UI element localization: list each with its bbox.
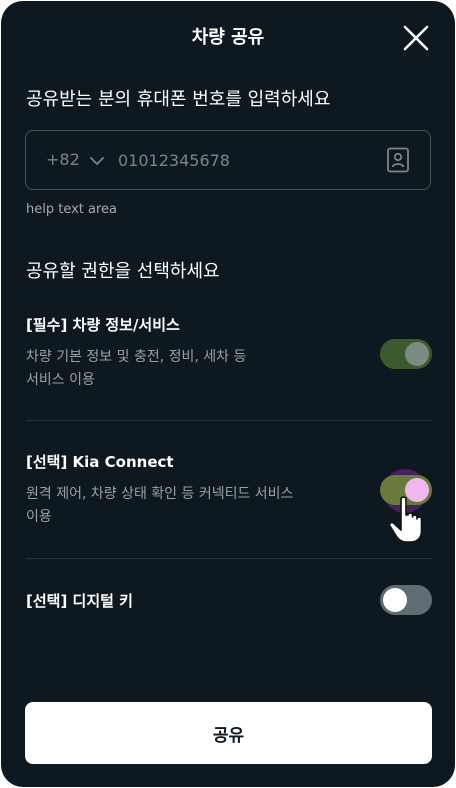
divider	[26, 558, 432, 559]
toggle-knob	[383, 588, 407, 612]
country-code-select[interactable]: +82	[46, 150, 80, 169]
toggle-knob	[405, 342, 429, 366]
phone-number-input[interactable]	[118, 145, 368, 175]
page-title: 차량 공유	[191, 27, 265, 48]
permission-desc-line: 이용	[26, 509, 52, 525]
toggle-digital-key[interactable]	[380, 585, 432, 615]
share-button[interactable]: 공유	[25, 702, 432, 764]
toggle-knob	[405, 478, 429, 502]
share-vehicle-sheet: 차량 공유 공유받는 분의 휴대폰 번호를 입력하세요 +82 help tex…	[1, 1, 455, 787]
permission-desc-vehicle-info: 차량 기본 정보 및 충전, 정비, 세차 등 서비스 이용	[26, 346, 346, 392]
permission-desc-kia-connect: 원격 제어, 차량 상태 확인 등 커넥티드 서비스 이용	[26, 483, 346, 529]
close-icon[interactable]	[403, 25, 429, 51]
toggle-vehicle-info[interactable]	[380, 339, 432, 369]
phone-field-box: +82	[25, 130, 431, 190]
chevron-down-icon[interactable]	[90, 153, 104, 167]
permission-title-digital-key: [선택] 디지털 키	[26, 592, 133, 610]
permission-desc-line: 차량 기본 정보 및 충전, 정비, 세차 등	[26, 349, 247, 365]
contact-book-icon[interactable]	[386, 147, 410, 173]
phone-heading: 공유받는 분의 휴대폰 번호를 입력하세요	[26, 89, 331, 110]
divider	[26, 420, 432, 421]
phone-help-text: help text area	[26, 202, 118, 217]
permission-title-vehicle-info: [필수] 차량 정보/서비스	[26, 316, 180, 334]
permission-title-kia-connect: [선택] Kia Connect	[26, 453, 174, 471]
permission-desc-line: 서비스 이용	[26, 372, 95, 388]
permission-desc-line: 원격 제어, 차량 상태 확인 등 커넥티드 서비스	[26, 486, 294, 502]
permissions-heading: 공유할 권한을 선택하세요	[26, 261, 220, 282]
toggle-kia-connect[interactable]	[380, 475, 432, 505]
